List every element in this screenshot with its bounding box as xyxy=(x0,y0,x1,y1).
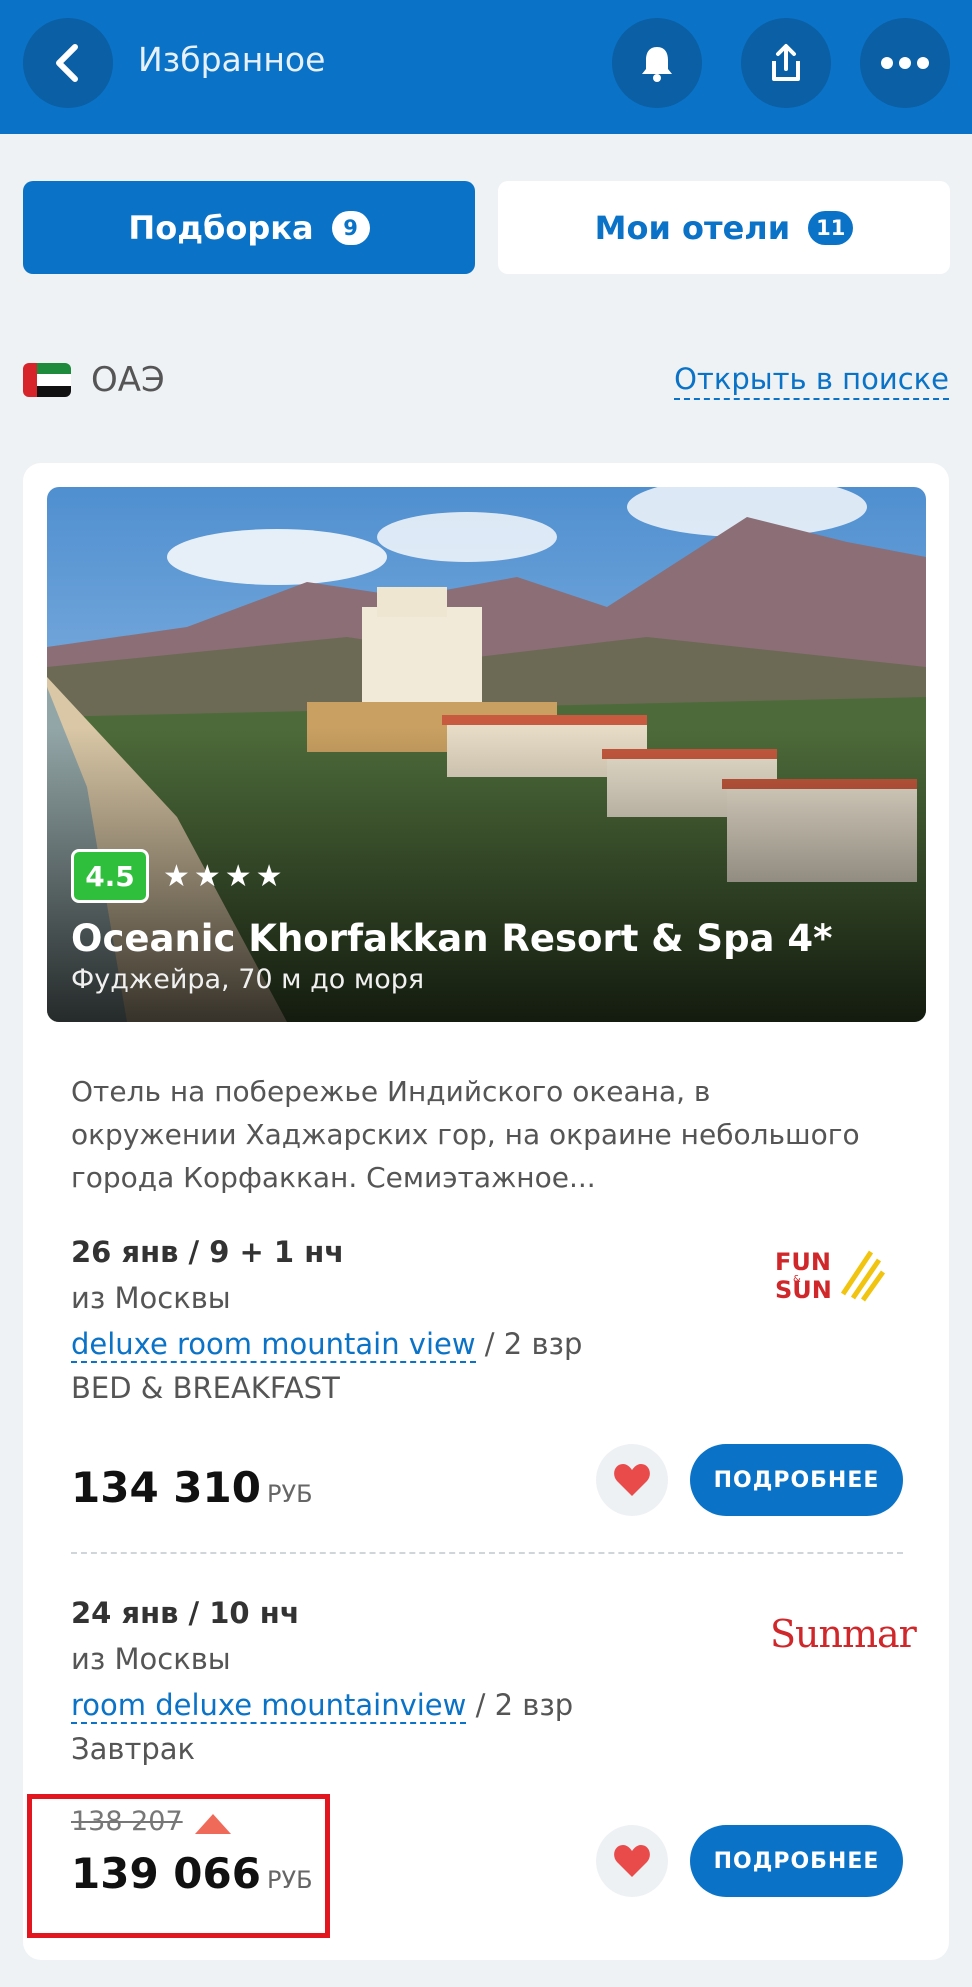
offer-1-price: 134 310 РУБ xyxy=(71,1463,313,1512)
back-arrow-icon xyxy=(56,44,78,82)
count-badge: 9 xyxy=(331,210,370,245)
svg-text:SUN: SUN xyxy=(775,1276,832,1304)
tab-selection[interactable]: Подборка 9 xyxy=(23,181,475,274)
sunmar-logo: Sunmar xyxy=(770,1612,917,1656)
svg-text:FUN: FUN xyxy=(775,1248,831,1276)
offer-meal: Завтрак xyxy=(71,1732,196,1766)
notifications-button[interactable] xyxy=(612,18,702,108)
more-options-button[interactable] xyxy=(860,18,950,108)
favorite-button[interactable] xyxy=(596,1444,668,1516)
page-title: Избранное xyxy=(138,40,326,79)
rating-badge: 4.5 xyxy=(71,849,149,903)
room-type-link[interactable]: room deluxe mountainview xyxy=(71,1688,467,1724)
divider xyxy=(71,1552,903,1554)
svg-text:&: & xyxy=(793,1274,801,1285)
country-name: ОАЭ xyxy=(91,360,165,400)
currency: РУБ xyxy=(266,1480,313,1508)
hotel-location: Фуджейра, 70 м до моря xyxy=(71,964,425,995)
offer-room: room deluxe mountainview / 2 взр xyxy=(71,1688,901,1724)
details-button[interactable]: ПОДРОБНЕЕ xyxy=(690,1825,903,1897)
stars-icon: ★★★★ xyxy=(163,858,287,894)
offer-room: deluxe room mountain view / 2 взр xyxy=(71,1327,901,1363)
tab-label: Подборка xyxy=(128,208,314,247)
details-button[interactable]: ПОДРОБНЕЕ xyxy=(690,1444,903,1516)
offer-meal: BED & BREAKFAST xyxy=(71,1371,340,1405)
hotel-name[interactable]: Oceanic Khorfakkan Resort & Spa 4* xyxy=(71,917,833,960)
guests: / 2 взр xyxy=(466,1688,574,1722)
hotel-card: Отель на побережье Индийского океана, в … xyxy=(23,463,949,1960)
rating-row: 4.5 ★★★★ xyxy=(71,849,287,903)
bell-icon xyxy=(642,47,672,82)
country-header: ОАЭ xyxy=(23,360,165,400)
count-badge: 11 xyxy=(808,210,854,245)
share-button[interactable] xyxy=(741,18,831,108)
fun-and-sun-logo: FUN SUN & xyxy=(775,1244,886,1308)
room-type-link[interactable]: deluxe room mountain view xyxy=(71,1327,476,1363)
heart-icon xyxy=(614,1845,650,1877)
more-dots-icon xyxy=(881,57,929,69)
share-icon xyxy=(772,44,800,81)
favorite-button[interactable] xyxy=(596,1825,668,1897)
guests: / 2 взр xyxy=(475,1327,583,1361)
highlight-box xyxy=(27,1794,330,1938)
tab-label: Мои отели xyxy=(594,208,791,247)
top-bar: Избранное xyxy=(0,0,972,134)
uae-flag-icon xyxy=(23,363,71,397)
heart-icon xyxy=(614,1464,650,1496)
back-button[interactable] xyxy=(23,18,113,108)
open-in-search-link[interactable]: Открыть в поиске xyxy=(674,362,949,400)
price-value: 134 310 xyxy=(71,1463,261,1512)
tab-my-hotels[interactable]: Мои отели 11 xyxy=(498,181,950,274)
hotel-description: Отель на побережье Индийского океана, в … xyxy=(71,1075,860,1194)
